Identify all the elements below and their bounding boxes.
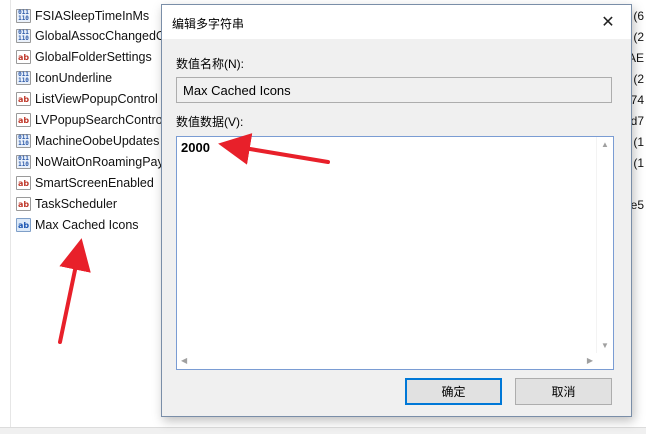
scroll-down-icon[interactable]: ▼ [601,341,609,350]
dialog-title: 编辑多字符串 [172,17,245,31]
string-value-icon: ab [16,113,31,127]
value-data-text: (6 [633,9,644,23]
list-item[interactable]: 011 110 IconUnderline [16,68,112,88]
scroll-left-icon[interactable]: ◀ [181,356,187,365]
scroll-right-icon[interactable]: ▶ [587,356,593,365]
value-name: MachineOobeUpdates [35,134,160,148]
list-item[interactable]: ab TaskScheduler [16,194,117,214]
value-name: GlobalFolderSettings [35,50,152,64]
close-button[interactable]: ✕ [585,5,631,39]
cancel-button[interactable]: 取消 [515,378,612,405]
horizontal-scrollbar[interactable]: ◀ ▶ [177,353,597,369]
list-item[interactable]: ab SmartScreenEnabled [16,173,154,193]
value-data-text: 2000 [181,140,210,155]
ok-button[interactable]: 确定 [405,378,502,405]
scroll-up-icon[interactable]: ▲ [601,140,609,149]
list-item[interactable]: 011 110 FSIASleepTimeInMs [16,6,149,26]
value-name: SmartScreenEnabled [35,176,154,190]
binary-value-icon: 011 110 [16,134,31,148]
string-value-icon: ab [16,92,31,106]
value-data-text: (2 [633,30,644,44]
value-name: FSIASleepTimeInMs [35,9,150,23]
value-name-label: 数值名称(N): [176,57,244,71]
binary-value-icon: 011 110 [16,71,31,85]
tree-divider [10,0,11,433]
list-item[interactable]: ab ListViewPopupControl [16,89,158,109]
value-name-field: Max Cached Icons [176,77,612,103]
value-name: LVPopupSearchControl [35,113,166,127]
list-item-max-cached-icons[interactable]: ab Max Cached Icons [16,215,139,235]
value-data-text: (1 [633,135,644,149]
value-name: ListViewPopupControl [35,92,158,106]
list-item[interactable]: ab LVPopupSearchControl [16,110,165,130]
string-value-icon: ab [16,197,31,211]
list-item[interactable]: 011 110 MachineOobeUpdates [16,131,159,151]
string-value-icon: ab [16,218,31,232]
value-data-text: (1 [633,156,644,170]
vertical-scrollbar[interactable]: ▲ ▼ [596,137,613,353]
value-name: Max Cached Icons [35,218,139,232]
value-name: TaskScheduler [35,197,117,211]
dialog-titlebar[interactable]: 编辑多字符串 ✕ [162,5,631,39]
edit-multi-string-dialog: 编辑多字符串 ✕ 数值名称(N): Max Cached Icons 数值数据(… [161,4,632,417]
string-value-icon: ab [16,50,31,64]
close-icon: ✕ [601,14,615,31]
string-value-icon: ab [16,176,31,190]
binary-value-icon: 011 110 [16,29,31,43]
value-name: IconUnderline [35,71,113,85]
list-item[interactable]: ab GlobalFolderSettings [16,47,152,67]
binary-value-icon: 011 110 [16,9,31,23]
value-data-label: 数值数据(V): [176,115,244,129]
value-data-textarea[interactable]: 2000 ▲ ▼ ◀ ▶ [176,136,614,370]
binary-value-icon: 011 110 [16,155,31,169]
